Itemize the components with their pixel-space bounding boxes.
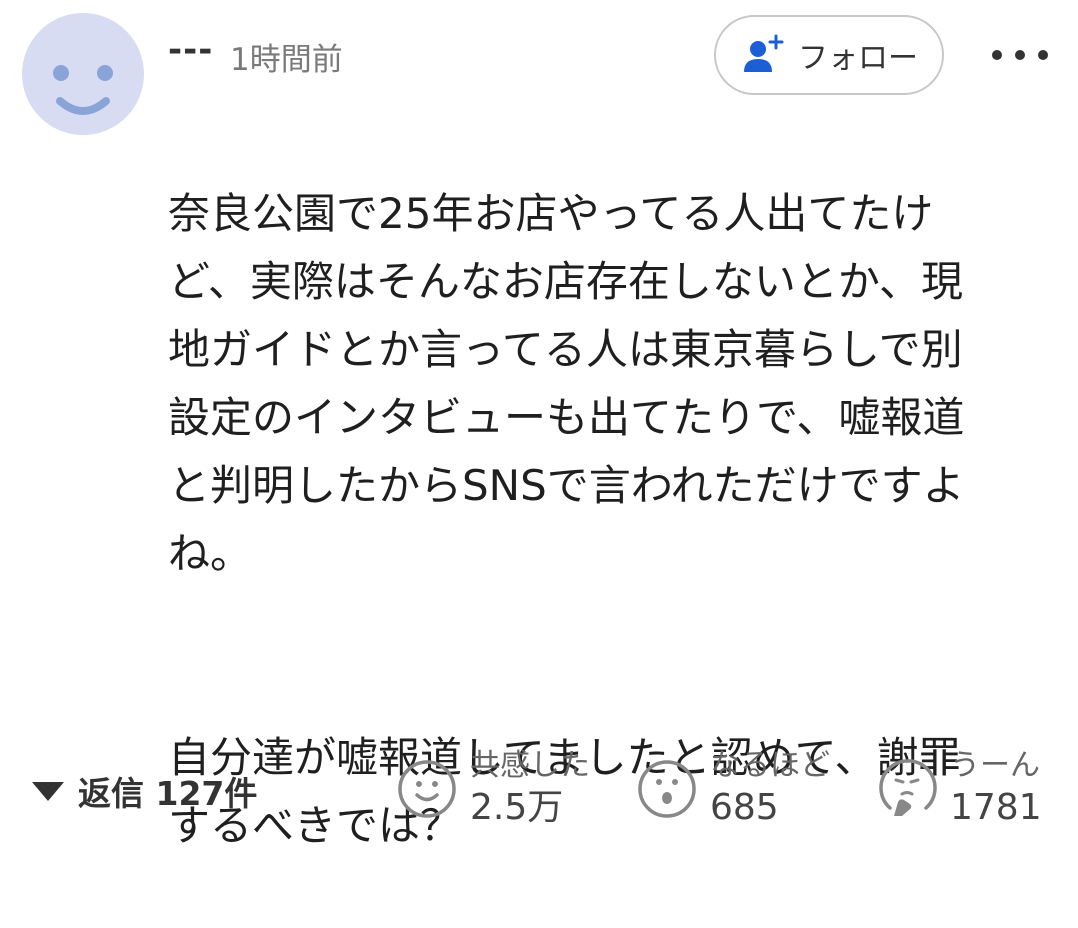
reaction-label: なるほど [710, 748, 830, 783]
more-dots-icon [992, 50, 1048, 60]
thinking-face-icon [876, 758, 938, 820]
surprised-face-icon [636, 758, 698, 820]
replies-toggle-button[interactable]: 返信 127件 [30, 766, 257, 816]
reaction-count: 2.5万 [470, 787, 564, 828]
follow-label: フォロー [798, 41, 918, 76]
replies-label: 返信 127件 [78, 774, 258, 813]
reaction-count: 1781 [950, 787, 1042, 828]
avatar[interactable] [22, 13, 144, 135]
comment-paragraph: 奈良公園で25年お店やってる人出てたけ ど、実際はそんなお店存在しないとか、現 … [168, 189, 965, 578]
reaction-label: うーん [950, 748, 1040, 783]
smiley-avatar-icon [53, 65, 113, 115]
add-user-icon [740, 32, 786, 78]
smile-face-icon [396, 758, 458, 820]
username[interactable]: --- [168, 30, 213, 70]
timestamp: 1時間前 [230, 42, 343, 78]
reaction-label: 共感した [470, 748, 590, 783]
triangle-down-icon [30, 779, 66, 803]
follow-button[interactable]: フォロー [714, 15, 944, 95]
reaction-empathy-button[interactable]: 共感した 2.5万 [396, 744, 590, 834]
reaction-naruhodo-button[interactable]: なるほど 685 [636, 744, 830, 834]
reaction-uun-button[interactable]: うーん 1781 [876, 744, 1042, 834]
reaction-count: 685 [710, 787, 779, 828]
more-options-button[interactable] [985, 32, 1055, 78]
